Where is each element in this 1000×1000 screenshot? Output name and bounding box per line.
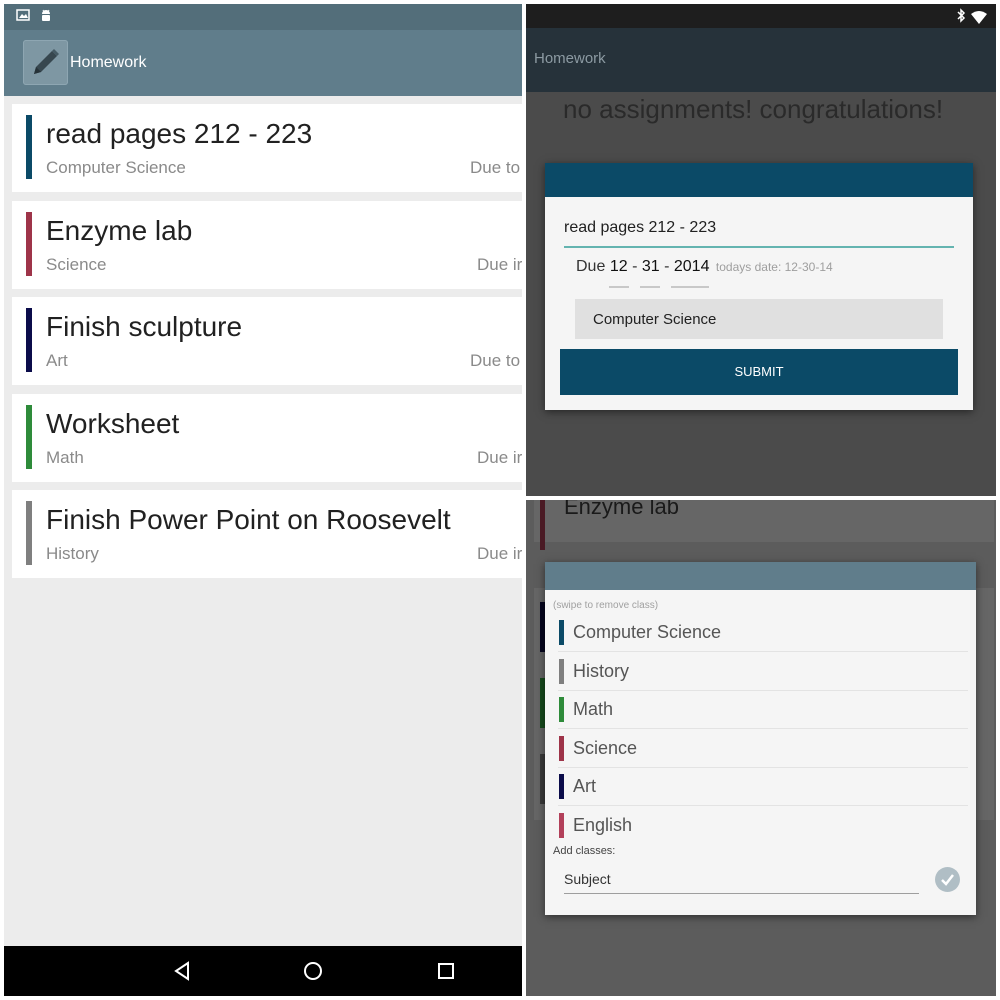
app-bar: Homework <box>4 30 522 96</box>
bluetooth-icon <box>956 8 966 27</box>
date-separator: - <box>664 258 670 275</box>
subject-input[interactable] <box>564 866 919 887</box>
home-icon[interactable] <box>301 959 325 983</box>
assignment-subject: Science <box>46 255 107 274</box>
recents-icon[interactable] <box>434 959 458 983</box>
assignment-card[interactable]: Worksheet Math Due ir <box>12 394 522 482</box>
assignment-subject: Computer Science <box>46 158 186 177</box>
class-name: Art <box>573 776 597 797</box>
app-bar: Homework <box>526 28 996 92</box>
class-name: English <box>573 815 633 835</box>
day-underline <box>640 286 660 288</box>
assignment-field[interactable] <box>564 211 954 248</box>
check-icon <box>941 874 954 886</box>
class-color-bar <box>559 774 564 800</box>
dialog-header <box>545 562 976 590</box>
class-item[interactable]: Math <box>558 691 968 730</box>
assignment-card[interactable]: Enzyme lab Science Due ir <box>12 201 522 289</box>
subject-field[interactable] <box>564 866 919 894</box>
class-color-bar <box>559 735 564 761</box>
class-item[interactable]: Computer Science <box>558 614 968 652</box>
assignment-due: Due ir <box>477 255 522 274</box>
background-card-title: Enzyme lab <box>564 500 679 519</box>
app-title: Homework <box>534 50 606 67</box>
back-icon[interactable] <box>170 959 194 983</box>
classes-dialog: (swipe to remove class) Computer Science… <box>545 562 976 915</box>
class-color-bar <box>559 813 564 838</box>
add-class-button[interactable] <box>935 867 960 892</box>
class-color-bar <box>559 658 564 684</box>
navigation-bar <box>4 946 522 996</box>
submit-button[interactable]: SUBMIT <box>560 349 958 395</box>
wifi-icon <box>971 9 987 28</box>
month-underline <box>609 286 629 288</box>
year-field[interactable]: 2014 <box>674 258 710 275</box>
dialog-header <box>545 163 973 197</box>
class-name: Math <box>573 699 614 720</box>
add-classes-label: Add classes: <box>553 845 616 857</box>
add-assignment-dialog: Due 12 - 31 - 2014 todays date: 12-30-14… <box>545 163 973 410</box>
class-item[interactable]: English <box>558 807 968 845</box>
assignment-due: Due to <box>470 351 521 370</box>
subject-color-bar <box>26 115 32 179</box>
assignment-input[interactable] <box>564 211 954 237</box>
background-card-bar <box>540 500 545 550</box>
due-label: Due <box>576 258 606 275</box>
day-field[interactable]: 31 <box>642 258 660 275</box>
app-title: Homework <box>70 54 147 71</box>
status-bar <box>4 4 522 30</box>
class-item[interactable]: History <box>558 653 968 691</box>
class-selector[interactable]: Computer Science <box>575 299 943 339</box>
status-bar <box>526 4 996 28</box>
class-name: Computer Science <box>573 622 722 642</box>
subject-color-bar <box>26 308 32 372</box>
assignment-due: Due ir <box>477 544 522 563</box>
due-date-row: Due 12 - 31 - 2014 todays date: 12-30-14 <box>576 258 833 276</box>
assignment-subject: Art <box>46 351 68 370</box>
assignment-card[interactable]: Finish sculpture Art Due to <box>12 297 522 385</box>
assignment-due: Due to <box>470 158 521 177</box>
class-item[interactable]: Science <box>558 730 968 768</box>
assignment-title: Worksheet <box>46 408 180 439</box>
today-date-label: todays date: 12-30-14 <box>715 260 833 274</box>
class-color-bar <box>559 697 564 723</box>
image-icon <box>16 9 30 26</box>
assignment-due: Due ir <box>477 448 522 467</box>
month-field[interactable]: 12 <box>610 258 628 275</box>
subject-color-bar <box>26 212 32 276</box>
subject-color-bar <box>26 405 32 469</box>
assignment-title: Finish sculpture <box>46 311 243 342</box>
class-name: Science <box>573 737 638 758</box>
android-icon <box>40 9 52 28</box>
background-card: Enzyme lab <box>534 500 994 550</box>
subject-color-bar <box>26 501 32 565</box>
assignment-subject: Math <box>46 448 84 467</box>
homework-list-screen: Homework read pages 212 - 223 Computer Sc… <box>4 4 522 996</box>
assignment-card[interactable]: Finish Power Point on Roosevelt History Du… <box>12 490 522 578</box>
assignment-title: Finish Power Point on Roosevelt <box>46 504 451 535</box>
add-assignment-screen: Homework no assignments! congratulations… <box>526 4 996 496</box>
empty-message: no assignments! congratulations! <box>563 94 944 124</box>
year-underline <box>671 286 709 288</box>
assignment-card[interactable]: read pages 212 - 223 Computer Science Due … <box>12 104 522 192</box>
class-item[interactable]: Art <box>558 768 968 807</box>
pencil-icon[interactable] <box>23 40 68 85</box>
assignment-title: Enzyme lab <box>46 215 193 246</box>
date-separator: - <box>632 258 638 275</box>
class-color-bar <box>559 620 564 645</box>
class-name: History <box>573 660 630 681</box>
assignment-subject: History <box>46 544 99 563</box>
assignment-title: read pages 212 - 223 <box>46 118 313 149</box>
swipe-hint: (swipe to remove class) <box>553 600 659 611</box>
manage-classes-screen: Enzyme lab (swipe to remove class) Compu… <box>526 500 996 996</box>
